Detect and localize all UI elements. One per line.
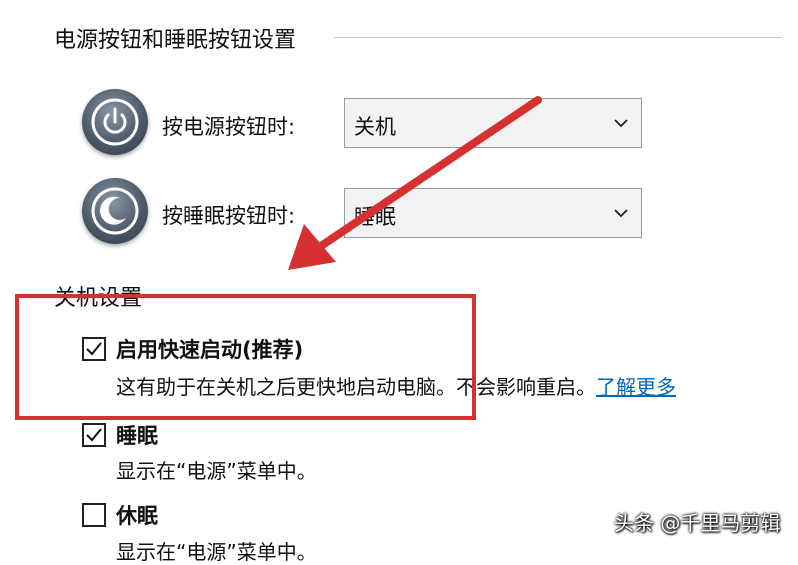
sleep-option-label: 睡眠 [116,424,158,448]
sleep-button-action-value: 睡眠 [354,205,396,229]
sleep-button-label: 按睡眠按钮时: [162,204,296,228]
hibernate-option-description: 显示在“电源”菜单中。 [116,540,317,564]
sleep-option-description: 显示在“电源”菜单中。 [116,459,317,483]
chevron-down-icon [613,205,629,225]
power-buttons-header: 电源按钮和睡眠按钮设置 [54,28,297,53]
power-button-action-value: 关机 [354,115,396,139]
chevron-down-icon [613,115,629,135]
sleep-icon [82,178,148,244]
power-button-action-dropdown[interactable]: 关机 [344,98,642,148]
sleep-button-action-dropdown[interactable]: 睡眠 [344,188,642,238]
hibernate-checkbox[interactable] [82,503,106,527]
highlight-box [15,294,476,420]
section-divider [334,37,782,38]
hibernate-option-label: 休眠 [116,504,158,528]
power-button-label: 按电源按钮时: [162,115,296,139]
power-icon [82,89,148,155]
watermark: 头条 @千里马剪辑 [614,511,781,535]
sleep-checkbox[interactable] [82,423,106,447]
learn-more-link[interactable]: 了解更多 [596,375,676,399]
